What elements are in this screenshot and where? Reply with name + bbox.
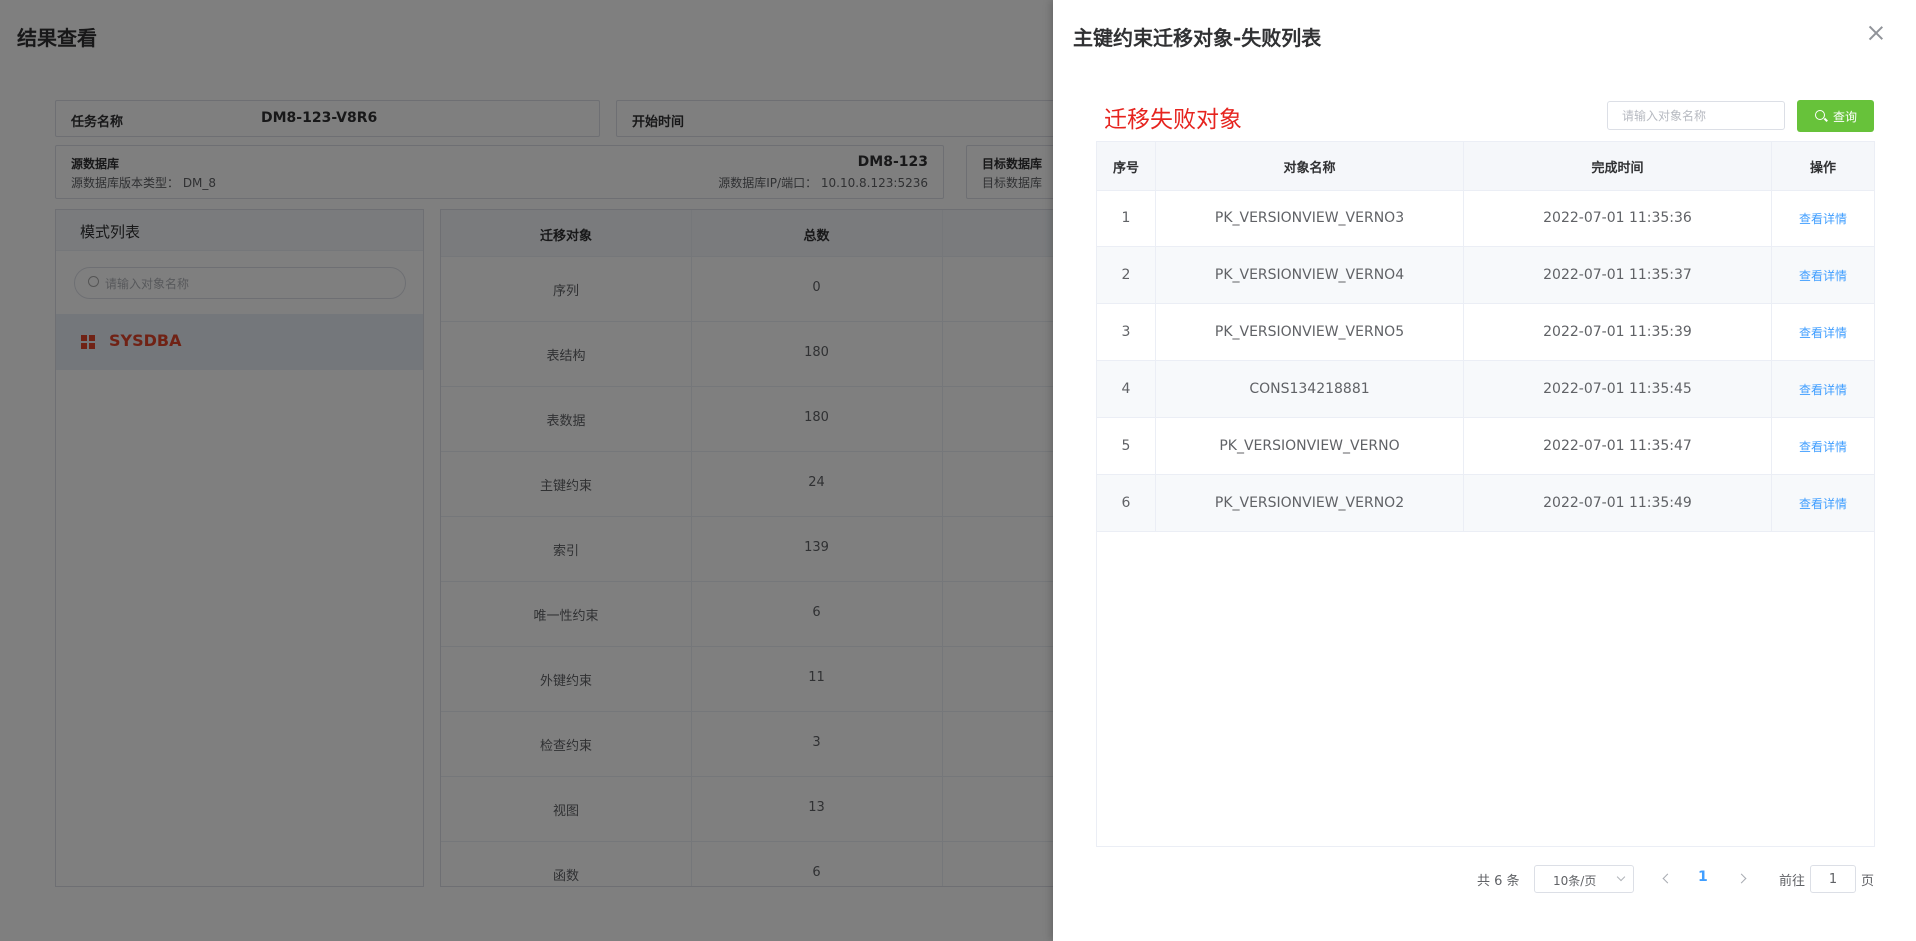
row-finish-time-cell: 2022-07-01 11:35:49	[1464, 475, 1772, 531]
view-details-link-cell: 查看详情	[1772, 418, 1874, 474]
section-title: 迁移失败对象	[1104, 107, 1242, 133]
header-object-name: 对象名称	[1156, 142, 1464, 190]
page-size-value: 10条/页	[1553, 874, 1597, 888]
table-row: 4 CONS134218881 2022-07-01 11:35:45 查看详情	[1097, 361, 1874, 418]
row-finish-time-cell: 2022-07-01 11:35:45	[1464, 361, 1772, 417]
query-button[interactable]: 查询	[1797, 100, 1874, 132]
failure-list-drawer: 主键约束迁移对象-失败列表 迁移失败对象 查询 序号 对象名称 完成时间 操作 …	[1053, 0, 1916, 941]
row-object-name-cell: PK_VERSIONVIEW_VERNO4	[1156, 247, 1464, 303]
row-object-name-cell: PK_VERSIONVIEW_VERNO	[1156, 418, 1464, 474]
row-finish-time-cell: 2022-07-01 11:35:37	[1464, 247, 1772, 303]
row-index-cell: 6	[1097, 475, 1156, 531]
row-index-cell: 2	[1097, 247, 1156, 303]
row-object-name: PK_VERSIONVIEW_VERNO5	[1214, 324, 1405, 340]
row-finish-time: 2022-07-01 11:35:49	[1543, 495, 1692, 511]
view-details-link[interactable]: 查看详情	[1799, 381, 1847, 398]
failure-table-header: 序号 对象名称 完成时间 操作	[1097, 142, 1874, 191]
view-details-link-cell: 查看详情	[1772, 475, 1874, 531]
chevron-left-icon[interactable]	[1659, 870, 1673, 888]
row-index-cell: 5	[1097, 418, 1156, 474]
view-details-link-cell: 查看详情	[1772, 361, 1874, 417]
table-row: 5 PK_VERSIONVIEW_VERNO 2022-07-01 11:35:47…	[1097, 418, 1874, 475]
table-row: 6 PK_VERSIONVIEW_VERNO2 2022-07-01 11:35:4…	[1097, 475, 1874, 532]
view-details-link[interactable]: 查看详情	[1799, 267, 1847, 284]
row-finish-time: 2022-07-01 11:35:47	[1543, 438, 1692, 454]
row-index: 1	[1121, 210, 1131, 226]
row-finish-time: 2022-07-01 11:35:37	[1543, 267, 1692, 283]
failure-table: 序号 对象名称 完成时间 操作 1 PK_VERSIONVIEW_VERNO3 20…	[1096, 141, 1875, 847]
row-finish-time-cell: 2022-07-01 11:35:39	[1464, 304, 1772, 360]
table-row: 1 PK_VERSIONVIEW_VERNO3 2022-07-01 11:35:3…	[1097, 190, 1874, 247]
header-index: 序号	[1097, 142, 1156, 190]
row-object-name: CONS134218881	[1249, 381, 1370, 397]
view-details-link[interactable]: 查看详情	[1799, 495, 1847, 512]
row-index: 3	[1121, 324, 1131, 340]
header-finish-time: 完成时间	[1464, 142, 1772, 190]
view-details-link-cell: 查看详情	[1772, 190, 1874, 246]
header-action: 操作	[1809, 160, 1836, 176]
row-finish-time-cell: 2022-07-01 11:35:36	[1464, 190, 1772, 246]
search-icon	[1815, 110, 1825, 120]
object-name-search-input[interactable]	[1607, 101, 1785, 130]
pagination-total: 共 6 条	[1477, 874, 1520, 889]
row-finish-time: 2022-07-01 11:35:36	[1543, 210, 1692, 226]
view-details-link-cell: 查看详情	[1772, 304, 1874, 360]
table-row: 3 PK_VERSIONVIEW_VERNO5 2022-07-01 11:35:3…	[1097, 304, 1874, 361]
row-index: 4	[1121, 381, 1131, 397]
query-button-label: 查询	[1833, 110, 1858, 124]
row-object-name: PK_VERSIONVIEW_VERNO	[1219, 438, 1400, 454]
row-index: 2	[1121, 267, 1131, 283]
row-index: 6	[1121, 495, 1131, 511]
row-object-name-cell: PK_VERSIONVIEW_VERNO5	[1156, 304, 1464, 360]
close-icon[interactable]	[1867, 24, 1885, 42]
row-object-name-cell: CONS134218881	[1156, 361, 1464, 417]
row-object-name: PK_VERSIONVIEW_VERNO2	[1214, 495, 1405, 511]
row-object-name-cell: PK_VERSIONVIEW_VERNO3	[1156, 190, 1464, 246]
page-size-select[interactable]: 10条/页	[1534, 865, 1634, 893]
view-details-link[interactable]: 查看详情	[1799, 438, 1847, 455]
pagination-goto-label: 前往	[1779, 874, 1806, 889]
table-row: 2 PK_VERSIONVIEW_VERNO4 2022-07-01 11:35:3…	[1097, 247, 1874, 304]
row-index-cell: 1	[1097, 190, 1156, 246]
row-finish-time: 2022-07-01 11:35:39	[1543, 324, 1692, 340]
row-object-name: PK_VERSIONVIEW_VERNO3	[1214, 210, 1405, 226]
row-object-name-cell: PK_VERSIONVIEW_VERNO2	[1156, 475, 1464, 531]
chevron-right-icon[interactable]	[1736, 870, 1750, 888]
row-index-cell: 4	[1097, 361, 1156, 417]
drawer-title: 主键约束迁移对象-失败列表	[1073, 26, 1322, 50]
pagination-goto-input[interactable]	[1810, 865, 1856, 893]
pagination-page-unit: 页	[1861, 874, 1875, 889]
view-details-link-cell: 查看详情	[1772, 247, 1874, 303]
row-object-name: PK_VERSIONVIEW_VERNO4	[1214, 267, 1405, 283]
view-details-link[interactable]: 查看详情	[1799, 324, 1847, 341]
chevron-down-icon	[1616, 872, 1626, 882]
row-index: 5	[1121, 438, 1131, 454]
row-index-cell: 3	[1097, 304, 1156, 360]
pagination-page-1[interactable]: 1	[1698, 869, 1708, 885]
view-details-link[interactable]: 查看详情	[1799, 210, 1847, 227]
row-finish-time: 2022-07-01 11:35:45	[1543, 381, 1692, 397]
row-finish-time-cell: 2022-07-01 11:35:47	[1464, 418, 1772, 474]
